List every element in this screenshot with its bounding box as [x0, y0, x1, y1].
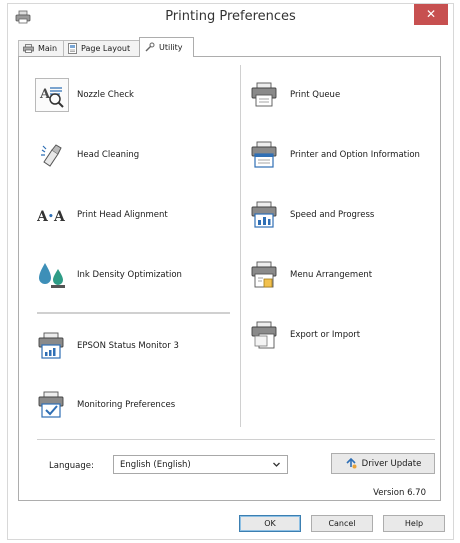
help-button[interactable]: Help: [383, 515, 445, 532]
head-cleaning-label: Head Cleaning: [77, 150, 140, 160]
speed-progress-label: Speed and Progress: [290, 210, 375, 220]
cancel-button[interactable]: Cancel: [311, 515, 373, 532]
title-bar: Printing Preferences ✕: [8, 4, 453, 31]
tab-page-layout[interactable]: Page Layout: [63, 40, 140, 56]
export-import-item[interactable]: Export or Import: [248, 318, 360, 352]
tab-utility[interactable]: Utility: [139, 37, 194, 57]
version-text: Version 6.70: [373, 488, 426, 498]
printing-preferences-window: Printing Preferences ✕ Main Page Layout: [7, 3, 454, 540]
ink-density-icon: [35, 258, 69, 292]
ink-density-item[interactable]: Ink Density Optimization: [35, 258, 182, 292]
nozzle-check-icon: A: [35, 78, 69, 112]
nozzle-check-label: Nozzle Check: [77, 90, 134, 100]
bottom-separator: [37, 439, 435, 440]
chevron-down-icon: [273, 462, 280, 467]
left-separator: [37, 312, 230, 314]
print-queue-icon: [248, 78, 282, 112]
menu-arrangement-item[interactable]: Menu Arrangement: [248, 258, 372, 292]
nozzle-check-item[interactable]: A Nozzle Check: [35, 78, 134, 112]
driver-update-label: Driver Update: [361, 458, 422, 469]
menu-arrangement-label: Menu Arrangement: [290, 270, 373, 280]
menu-arrangement-icon: [248, 258, 282, 292]
print-queue-label: Print Queue: [290, 90, 341, 100]
printer-info-label: Printer and Option Information: [290, 150, 420, 160]
export-import-icon: [248, 318, 282, 352]
print-head-alignment-label: Print Head Alignment: [77, 210, 168, 220]
monitoring-preferences-label: Monitoring Preferences: [77, 400, 176, 410]
tab-page-layout-label: Page Layout: [81, 44, 131, 53]
printer-icon: [23, 44, 34, 53]
language-selected-value: English (English): [120, 459, 191, 470]
monitoring-preferences-icon: [35, 388, 69, 422]
tab-utility-label: Utility: [159, 43, 183, 52]
ok-button[interactable]: OK: [239, 515, 301, 532]
svg-text:A: A: [39, 87, 51, 102]
print-queue-item[interactable]: Print Queue: [248, 78, 340, 112]
status-monitor-label: EPSON Status Monitor 3: [77, 341, 179, 351]
language-label: Language:: [49, 461, 94, 471]
printer-info-icon: [248, 138, 282, 172]
export-import-label: Export or Import: [290, 330, 361, 340]
head-cleaning-item[interactable]: Head Cleaning: [35, 138, 139, 172]
driver-update-icon: [346, 458, 357, 469]
column-divider: [240, 65, 241, 427]
head-cleaning-icon: [35, 138, 69, 172]
ink-density-label: Ink Density Optimization: [77, 270, 182, 280]
speed-progress-item[interactable]: Speed and Progress: [248, 198, 374, 232]
driver-update-button[interactable]: Driver Update: [331, 453, 435, 474]
monitoring-preferences-item[interactable]: Monitoring Preferences: [35, 388, 175, 422]
tab-main-label: Main: [38, 44, 58, 53]
svg-text:A: A: [53, 209, 66, 225]
printer-info-item[interactable]: Printer and Option Information: [248, 138, 420, 172]
status-monitor-item[interactable]: EPSON Status Monitor 3: [35, 329, 179, 363]
utility-panel: A Nozzle Check Head Cleaning A • A Print…: [18, 56, 441, 501]
svg-text:•: •: [48, 212, 54, 222]
wrench-icon: [145, 42, 155, 52]
status-monitor-icon: [35, 329, 69, 363]
print-head-alignment-item[interactable]: A • A Print Head Alignment: [35, 198, 168, 232]
language-select[interactable]: English (English): [113, 455, 288, 474]
speed-progress-icon: [248, 198, 282, 232]
close-button[interactable]: ✕: [414, 4, 448, 25]
window-title: Printing Preferences: [165, 9, 296, 24]
tab-main[interactable]: Main: [18, 40, 64, 56]
print-head-alignment-icon: A • A: [35, 198, 69, 232]
page-layout-icon: [68, 43, 77, 54]
